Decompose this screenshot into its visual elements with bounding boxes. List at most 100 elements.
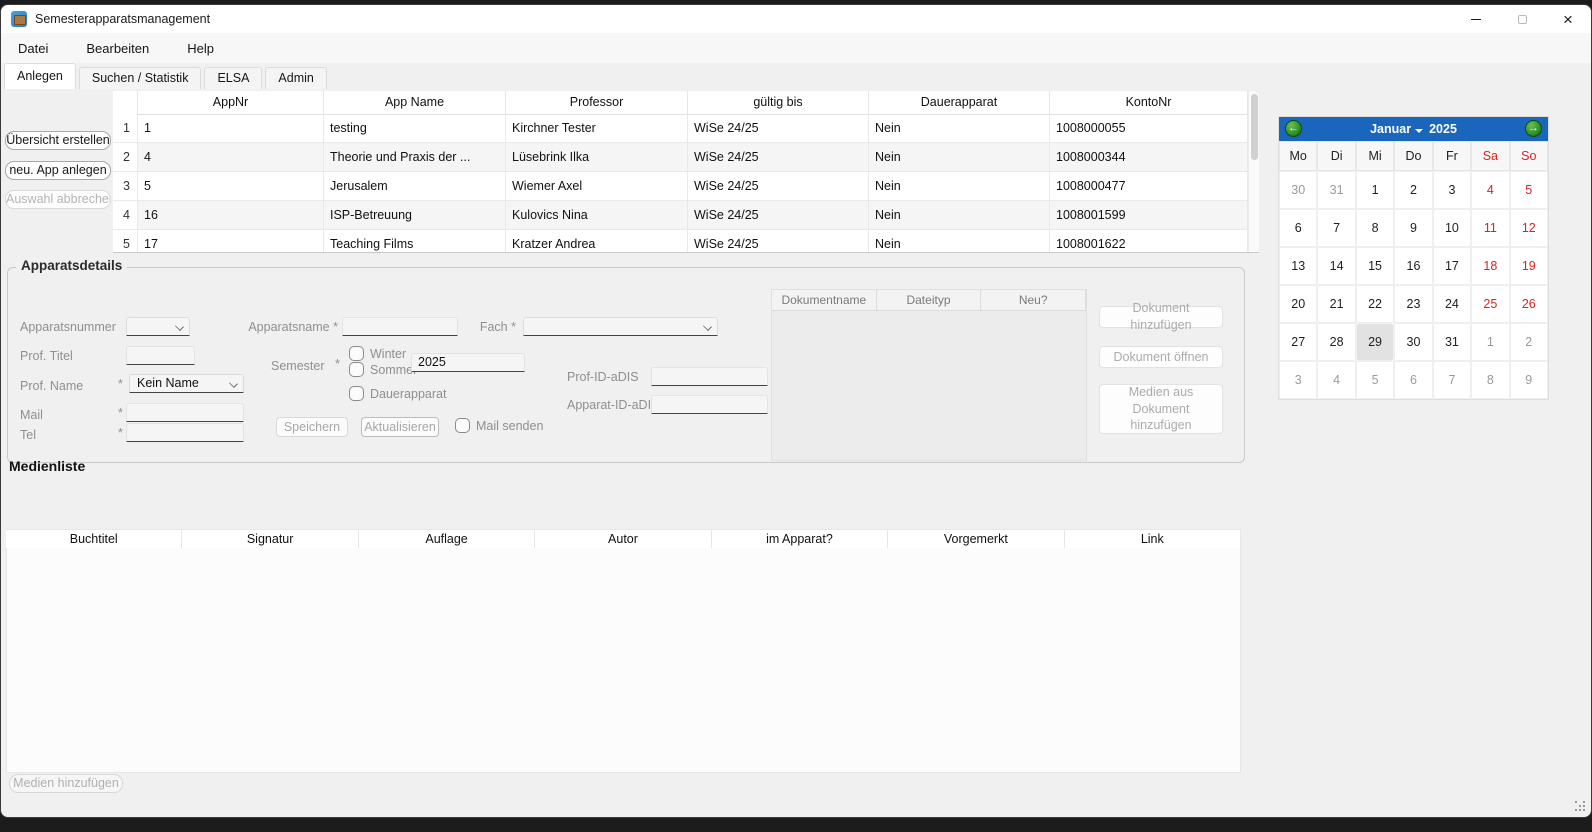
apps-table-scrollbar[interactable] — [1248, 91, 1259, 253]
column-header[interactable]: gültig bis — [688, 91, 869, 115]
sidebar-button[interactable]: Übersicht erstellen — [5, 131, 111, 150]
resize-grip[interactable] — [1574, 800, 1586, 812]
mail-label: Mail — [20, 408, 43, 422]
calendar-month[interactable]: Januar — [1370, 122, 1411, 136]
column-header[interactable]: App Name — [324, 91, 506, 115]
table-row[interactable]: 35JerusalemWiemer AxelWiSe 24/25Nein1008… — [113, 172, 1248, 201]
calendar-day[interactable]: 19 — [1510, 247, 1548, 285]
table-row[interactable]: 11testingKirchner TesterWiSe 24/25Nein10… — [113, 114, 1248, 143]
calendar-day[interactable]: 17 — [1433, 247, 1471, 285]
sidebar-button[interactable]: neu. App anlegen — [5, 161, 111, 180]
calendar-day[interactable]: 11 — [1471, 209, 1509, 247]
calendar-day[interactable]: 6 — [1279, 209, 1317, 247]
apparatsnummer-combobox[interactable] — [126, 317, 190, 336]
cell-appnr: 1 — [138, 114, 324, 143]
calendar-day[interactable]: 4 — [1471, 171, 1509, 209]
calendar-day[interactable]: 1 — [1356, 171, 1394, 209]
calendar-day[interactable]: 23 — [1394, 285, 1432, 323]
mail-senden-checkbox[interactable] — [455, 418, 470, 433]
calendar-day[interactable]: 7 — [1433, 361, 1471, 399]
calendar-day[interactable]: 6 — [1394, 361, 1432, 399]
dokument-oeffnen-button[interactable]: Dokument öffnen — [1099, 346, 1223, 368]
calendar-next-button[interactable]: → — [1525, 120, 1542, 137]
calendar-day[interactable]: 28 — [1317, 323, 1355, 361]
calendar-day[interactable]: 3 — [1279, 361, 1317, 399]
table-row[interactable]: 24Theorie und Praxis der ...Lüsebrink Il… — [113, 143, 1248, 172]
winter-radio[interactable] — [349, 346, 364, 361]
calendar-day[interactable]: 9 — [1510, 361, 1548, 399]
calendar-day[interactable]: 7 — [1317, 209, 1355, 247]
calendar-day[interactable]: 16 — [1394, 247, 1432, 285]
calendar-day[interactable]: 8 — [1356, 209, 1394, 247]
table-row[interactable]: 416ISP-BetreuungKulovics NinaWiSe 24/25N… — [113, 201, 1248, 230]
calendar-day[interactable]: 30 — [1394, 323, 1432, 361]
tel-input[interactable] — [126, 423, 244, 442]
calendar-day[interactable]: 2 — [1394, 171, 1432, 209]
mail-input[interactable] — [126, 403, 244, 422]
speichern-button[interactable]: Speichern — [276, 417, 348, 437]
minimize-button[interactable] — [1453, 5, 1499, 33]
calendar-day[interactable]: 26 — [1510, 285, 1548, 323]
weekday-label: Mi — [1356, 141, 1394, 171]
tab-anlegen[interactable]: Anlegen — [4, 63, 76, 89]
tab-elsa[interactable]: ELSA — [204, 67, 262, 89]
dauerapparat-radio[interactable] — [349, 386, 364, 401]
calendar-day[interactable]: 20 — [1279, 285, 1317, 323]
calendar-day[interactable]: 21 — [1317, 285, 1355, 323]
close-button[interactable]: × — [1545, 5, 1591, 33]
calendar-day[interactable]: 22 — [1356, 285, 1394, 323]
menu-item-datei[interactable]: Datei — [6, 36, 60, 61]
medien-hinzufuegen-button[interactable]: Medien hinzufügen — [9, 774, 123, 793]
calendar-day[interactable]: 4 — [1317, 361, 1355, 399]
column-header[interactable]: KontoNr — [1050, 91, 1248, 115]
medien-aus-dokument-button[interactable]: Medien aus Dokument hinzufügen — [1099, 384, 1223, 434]
prof-name-combobox[interactable]: Kein Name — [129, 374, 244, 393]
calendar-prev-button[interactable]: ← — [1285, 120, 1302, 137]
fach-combobox[interactable] — [523, 317, 718, 336]
prof-id-adis-input[interactable] — [651, 367, 768, 386]
column-header[interactable]: Dauerapparat — [869, 91, 1050, 115]
tab-admin[interactable]: Admin — [265, 67, 326, 89]
prof-titel-input[interactable] — [126, 346, 195, 365]
calendar-day[interactable]: 5 — [1510, 171, 1548, 209]
calendar-title[interactable]: Januar 2025 — [1370, 122, 1457, 136]
calendar-day[interactable]: 14 — [1317, 247, 1355, 285]
sidebar-button[interactable]: Auswahl abbrechen — [5, 190, 111, 209]
calendar-day[interactable]: 27 — [1279, 323, 1317, 361]
calendar-day[interactable]: 13 — [1279, 247, 1317, 285]
calendar-day[interactable]: 8 — [1471, 361, 1509, 399]
apparat-id-adis-input[interactable] — [651, 395, 768, 414]
tab-suchen-statistik[interactable]: Suchen / Statistik — [79, 67, 202, 89]
maximize-button[interactable] — [1499, 5, 1545, 33]
menu-item-help[interactable]: Help — [175, 36, 226, 61]
scrollbar-thumb[interactable] — [1251, 94, 1258, 160]
column-header[interactable]: AppNr — [138, 91, 324, 115]
dokument-hinzufuegen-button[interactable]: Dokument hinzufügen — [1099, 306, 1223, 328]
calendar-day[interactable]: 9 — [1394, 209, 1432, 247]
calendar-year[interactable]: 2025 — [1429, 122, 1457, 136]
aktualisieren-button[interactable]: Aktualisieren — [361, 417, 439, 437]
calendar-day[interactable]: 2 — [1510, 323, 1548, 361]
calendar-day[interactable]: 10 — [1433, 209, 1471, 247]
column-header[interactable]: Professor — [506, 91, 688, 115]
calendar-day[interactable]: 24 — [1433, 285, 1471, 323]
calendar-day[interactable]: 30 — [1279, 171, 1317, 209]
calendar-day[interactable]: 31 — [1317, 171, 1355, 209]
window-title: Semesterapparatsmanagement — [35, 12, 210, 26]
calendar-day[interactable]: 25 — [1471, 285, 1509, 323]
apparatsname-input[interactable] — [342, 317, 458, 336]
menu-item-bearbeiten[interactable]: Bearbeiten — [74, 36, 161, 61]
calendar-day[interactable]: 18 — [1471, 247, 1509, 285]
calendar-day[interactable]: 12 — [1510, 209, 1548, 247]
sommer-radio[interactable] — [349, 362, 364, 377]
calendar-day[interactable]: 3 — [1433, 171, 1471, 209]
app-icon — [11, 11, 27, 27]
calendar-day[interactable]: 1 — [1471, 323, 1509, 361]
year-input[interactable]: 2025 — [411, 353, 525, 372]
cell-appnr: 4 — [138, 143, 324, 172]
calendar-day[interactable]: 15 — [1356, 247, 1394, 285]
calendar-day[interactable]: 5 — [1356, 361, 1394, 399]
calendar-day[interactable]: 29 — [1356, 323, 1394, 361]
calendar-day[interactable]: 31 — [1433, 323, 1471, 361]
table-row[interactable]: 517Teaching FilmsKratzer AndreaWiSe 24/2… — [113, 230, 1248, 253]
